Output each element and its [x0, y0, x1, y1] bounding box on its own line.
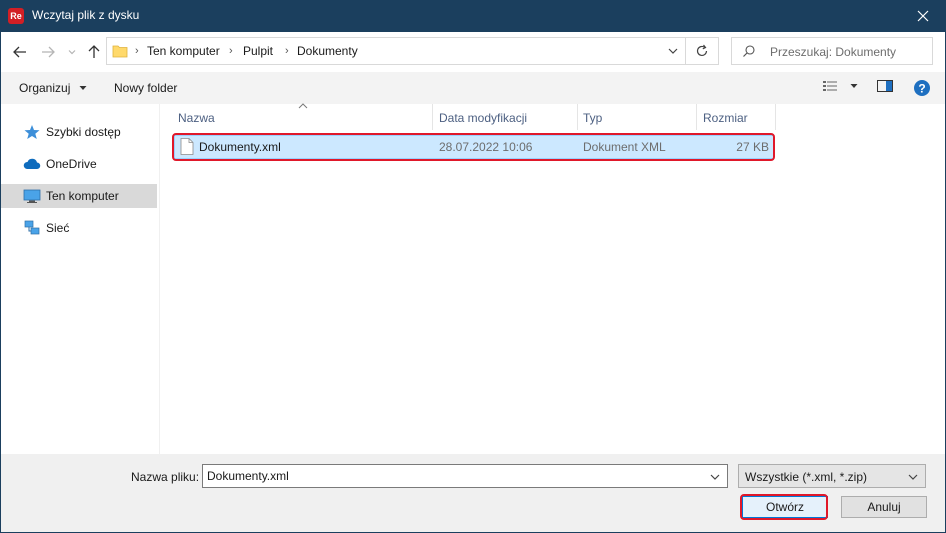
breadcrumb-documents[interactable]: Dokumenty [297, 44, 358, 58]
file-type-filter-value: Wszystkie (*.xml, *.zip) [745, 470, 868, 484]
sidebar-item-this-pc[interactable]: Ten komputer [0, 184, 157, 208]
file-modified: 28.07.2022 10:06 [439, 140, 533, 154]
back-button[interactable] [10, 42, 30, 62]
command-toolbar: Organizuj Nowy folder ? [0, 72, 946, 104]
new-folder-button[interactable]: Nowy folder [114, 81, 177, 95]
sidebar-item-label: Sieć [46, 221, 70, 235]
caret-down-icon [850, 84, 858, 88]
file-type: Dokument XML [583, 140, 666, 154]
up-button[interactable] [84, 42, 104, 62]
search-placeholder: Przeszukaj: Dokumenty [770, 45, 897, 59]
recent-locations-button[interactable] [62, 42, 82, 62]
navigation-pane: Szybki dostęp OneDrive Ten komputer Sieć [0, 104, 160, 454]
file-size: 27 KB [736, 140, 769, 154]
breadcrumb-this-pc[interactable]: Ten komputer [147, 44, 220, 58]
star-icon [24, 125, 40, 139]
column-divider[interactable] [775, 104, 776, 130]
search-box[interactable]: Przeszukaj: Dokumenty [731, 37, 933, 65]
network-icon [24, 220, 40, 235]
file-type-filter[interactable]: Wszystkie (*.xml, *.zip) [738, 464, 926, 488]
computer-icon [23, 189, 41, 203]
breadcrumb-separator-icon: › [285, 45, 289, 57]
app-logo-icon: Re [8, 8, 24, 24]
view-options-button[interactable] [822, 78, 859, 97]
close-button[interactable] [900, 0, 946, 32]
sidebar-item-label: OneDrive [46, 157, 97, 171]
filename-combobox[interactable] [202, 464, 728, 488]
column-header-name[interactable]: Nazwa [172, 104, 432, 130]
breadcrumb-separator-icon: › [135, 45, 139, 57]
file-list: Nazwa Data modyfikacji Typ Rozmiar Dokum… [160, 103, 946, 454]
filename-input[interactable] [207, 468, 697, 484]
cloud-icon [23, 158, 41, 169]
address-bar[interactable]: › Ten komputer › Pulpit › Dokumenty [106, 37, 686, 65]
xml-file-icon [180, 138, 194, 155]
cancel-button[interactable]: Anuluj [841, 496, 927, 518]
refresh-button[interactable] [686, 37, 719, 65]
preview-pane-button[interactable] [876, 78, 894, 97]
search-icon [743, 45, 755, 57]
column-header-modified[interactable]: Data modyfikacji [433, 104, 577, 130]
file-name: Dokumenty.xml [199, 140, 281, 154]
sidebar-item-onedrive[interactable]: OneDrive [0, 152, 157, 176]
arrow-up-icon [88, 45, 100, 58]
sidebar-item-quick-access[interactable]: Szybki dostęp [0, 120, 157, 144]
details-view-icon [823, 81, 837, 91]
help-button[interactable]: ? [913, 79, 931, 100]
preview-pane-icon [877, 80, 893, 92]
table-row[interactable]: Dokumenty.xml 28.07.2022 10:06 Dokument … [174, 135, 774, 159]
close-icon [917, 10, 929, 22]
forward-button[interactable] [38, 42, 58, 62]
chevron-down-icon[interactable] [667, 45, 679, 57]
filename-label: Nazwa pliku: [131, 470, 200, 484]
chevron-down-icon[interactable] [709, 471, 721, 483]
sidebar-item-label: Ten komputer [46, 189, 119, 203]
sidebar-item-network[interactable]: Sieć [0, 216, 157, 240]
chevron-down-icon [908, 474, 918, 480]
arrow-left-icon [13, 46, 26, 58]
column-header-size[interactable]: Rozmiar [697, 104, 775, 130]
folder-icon [112, 45, 128, 58]
help-icon: ? [914, 80, 930, 96]
column-header-type[interactable]: Typ [577, 104, 696, 130]
breadcrumb-desktop[interactable]: Pulpit [243, 44, 273, 58]
refresh-icon [696, 44, 708, 57]
organize-label: Organizuj [19, 81, 71, 95]
window-title: Wczytaj plik z dysku [32, 8, 140, 22]
svg-text:?: ? [918, 82, 925, 96]
footer-panel: Nazwa pliku: Wszystkie (*.xml, *.zip) Ot… [0, 454, 946, 533]
arrow-right-icon [42, 46, 55, 58]
title-bar: Re Wczytaj plik z dysku [0, 0, 946, 32]
organize-menu-button[interactable]: Organizuj [19, 81, 88, 95]
breadcrumb-separator-icon: › [229, 45, 233, 57]
chevron-down-icon [68, 50, 76, 55]
sidebar-item-label: Szybki dostęp [46, 125, 121, 139]
caret-down-icon [79, 86, 87, 90]
open-button[interactable]: Otwórz [742, 496, 828, 518]
